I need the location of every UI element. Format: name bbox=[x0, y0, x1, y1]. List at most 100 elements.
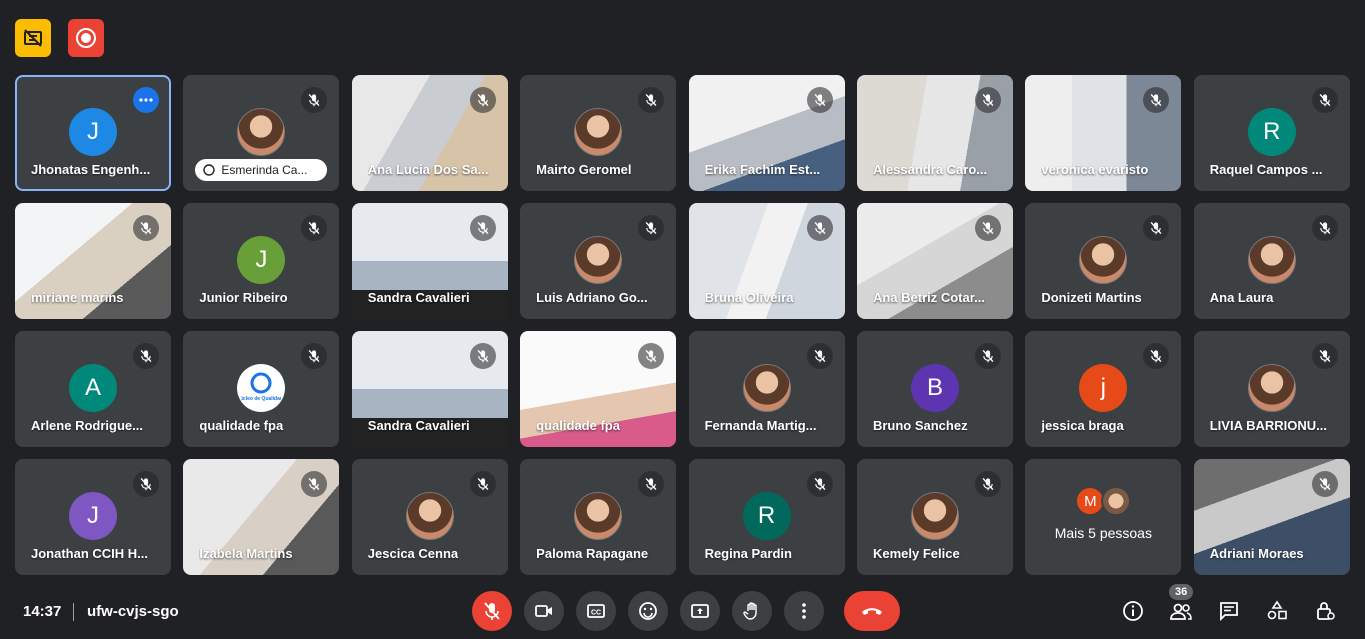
participant-name: Jescica Cenna bbox=[367, 546, 459, 561]
mic-muted-icon bbox=[469, 215, 496, 241]
participant-photo bbox=[910, 492, 959, 540]
captions-icon: CC bbox=[587, 604, 605, 618]
participant-tile[interactable]: J Jonathan CCIH H... bbox=[15, 459, 171, 575]
host-controls-button[interactable] bbox=[1305, 591, 1345, 631]
participant-tile[interactable]: Esmerinda Ca... bbox=[183, 75, 340, 191]
participant-avatar: A bbox=[69, 364, 117, 412]
participant-tile[interactable]: Ana Lucia Dos Sa... bbox=[351, 75, 508, 191]
participant-tile[interactable]: Adriani Moraes bbox=[1193, 459, 1350, 575]
participant-avatar: B bbox=[910, 364, 959, 412]
present-icon bbox=[691, 604, 709, 618]
participant-tile[interactable]: Ana Betriz Cotar... bbox=[856, 203, 1013, 319]
participant-tile[interactable]: Fernanda Martig... bbox=[688, 331, 845, 447]
participant-tile[interactable]: A Arlene Rodrigue... bbox=[15, 331, 171, 447]
participant-name: Regina Pardin bbox=[704, 546, 792, 561]
camera-button[interactable] bbox=[524, 591, 564, 631]
chat-button[interactable] bbox=[1209, 591, 1249, 631]
participant-tile[interactable]: Erika Fachim Est... bbox=[688, 75, 845, 191]
participant-tile[interactable]: Sandra Cavalieri bbox=[351, 203, 508, 319]
mic-muted-icon bbox=[1143, 343, 1170, 369]
mic-muted-icon bbox=[806, 471, 833, 497]
participant-tile[interactable]: Mairto Geromel bbox=[520, 75, 677, 191]
participant-tile[interactable]: M Mais 5 pessoas bbox=[1025, 459, 1182, 575]
participant-name: Bruna Oliveira bbox=[704, 290, 794, 305]
mic-muted-icon bbox=[469, 343, 496, 369]
captions-button[interactable]: CC bbox=[576, 591, 616, 631]
mic-muted-icon bbox=[638, 215, 665, 241]
divider bbox=[73, 603, 74, 621]
activities-icon bbox=[1267, 600, 1287, 620]
people-button[interactable]: 36 bbox=[1161, 584, 1201, 631]
mic-muted-icon bbox=[806, 343, 833, 369]
participant-avatar: J bbox=[69, 108, 117, 156]
participant-name: Paloma Rapagane bbox=[536, 546, 649, 561]
raise-hand-button[interactable] bbox=[732, 591, 772, 631]
participant-tile[interactable]: Kemely Felice bbox=[856, 459, 1013, 575]
participant-tile[interactable]: Jescica Cenna bbox=[351, 459, 508, 575]
participant-name: Luis Adriano Go... bbox=[536, 290, 648, 305]
participant-tile[interactable]: Bruna Oliveira bbox=[688, 203, 845, 319]
participant-tile[interactable]: Luis Adriano Go... bbox=[520, 203, 677, 319]
end-call-button[interactable] bbox=[844, 591, 900, 631]
participant-logo: Núcleo de Qualidade bbox=[237, 364, 286, 412]
mic-muted-icon bbox=[806, 215, 833, 241]
participant-tile[interactable]: Paloma Rapagane bbox=[520, 459, 677, 575]
participant-name: Junior Ribeiro bbox=[199, 290, 288, 305]
chat-icon bbox=[1220, 602, 1238, 622]
participant-tile[interactable]: miriane marins bbox=[15, 203, 171, 319]
info-button[interactable] bbox=[1113, 591, 1153, 631]
participant-name: Erika Fachim Est... bbox=[704, 162, 821, 177]
mic-muted-icon bbox=[1143, 215, 1170, 241]
participant-name: Sandra Cavalieri bbox=[367, 418, 470, 433]
participants-count-badge: 36 bbox=[1169, 584, 1194, 600]
participant-tile[interactable]: Donizeti Martins bbox=[1025, 203, 1182, 319]
participant-photo bbox=[1247, 364, 1296, 412]
mic-off-button[interactable] bbox=[472, 591, 512, 631]
mic-muted-icon bbox=[638, 87, 665, 113]
participant-tile[interactable]: Izabela Martins bbox=[183, 459, 340, 575]
participant-name: qualidade fpa bbox=[536, 418, 620, 433]
more-people-avatars: M bbox=[1075, 486, 1132, 516]
participant-tile[interactable]: B Bruno Sanchez bbox=[856, 331, 1013, 447]
tile-options-button[interactable] bbox=[133, 87, 159, 113]
participant-tile[interactable]: Sandra Cavalieri bbox=[351, 331, 508, 447]
mic-muted-icon bbox=[974, 215, 1001, 241]
participant-tile[interactable]: R Raquel Campos ... bbox=[1193, 75, 1350, 191]
meeting-time: 14:37 bbox=[23, 603, 62, 620]
participant-name: Arlene Rodrigue... bbox=[31, 418, 143, 433]
people-icon bbox=[1170, 603, 1192, 620]
participant-tile[interactable]: R Regina Pardin bbox=[688, 459, 845, 575]
mic-muted-icon bbox=[1311, 87, 1338, 113]
mic-muted-icon bbox=[974, 87, 1001, 113]
mic-muted-icon bbox=[469, 87, 496, 113]
participant-tile[interactable]: Núcleo de Qualidade qualidade fpa bbox=[183, 331, 340, 447]
participant-name: LIVIA BARRIONU... bbox=[1209, 418, 1327, 433]
more-options-button[interactable] bbox=[784, 591, 824, 631]
participant-tile[interactable]: J Junior Ribeiro bbox=[183, 203, 340, 319]
participant-tile[interactable]: Ana Laura bbox=[1193, 203, 1350, 319]
activities-button[interactable] bbox=[1257, 591, 1297, 631]
present-button[interactable] bbox=[680, 591, 720, 631]
participant-tile[interactable]: LIVIA BARRIONU... bbox=[1193, 331, 1350, 447]
name-chip: Esmerinda Ca... bbox=[195, 159, 328, 181]
mic-muted-icon bbox=[301, 87, 328, 113]
mic-muted-icon bbox=[974, 471, 1001, 497]
mic-muted-icon bbox=[974, 343, 1001, 369]
emoji-button[interactable] bbox=[628, 591, 668, 631]
recording-icon[interactable] bbox=[68, 19, 104, 57]
participant-tile[interactable]: J Jhonatas Engenh... bbox=[15, 75, 171, 191]
participant-name: Esmerinda Ca... bbox=[221, 163, 308, 177]
bottom-bar: 14:37 ufw-cvjs-sgo CC 36 bbox=[0, 584, 1365, 639]
mic-muted-icon bbox=[1311, 215, 1338, 241]
participant-tile[interactable]: veronica evaristo bbox=[1025, 75, 1182, 191]
mic-muted-icon bbox=[638, 343, 665, 369]
hand-icon bbox=[203, 164, 216, 176]
participant-tile[interactable]: qualidade fpa bbox=[520, 331, 677, 447]
no-captions-icon[interactable] bbox=[15, 19, 51, 57]
participant-name: Ana Betriz Cotar... bbox=[872, 290, 985, 305]
participant-name: Jonathan CCIH H... bbox=[31, 546, 149, 561]
participant-photo bbox=[574, 108, 623, 156]
participant-tile[interactable]: Alessandra Caro... bbox=[856, 75, 1013, 191]
participant-name: Jhonatas Engenh... bbox=[31, 162, 151, 177]
participant-tile[interactable]: j jessica braga bbox=[1025, 331, 1182, 447]
